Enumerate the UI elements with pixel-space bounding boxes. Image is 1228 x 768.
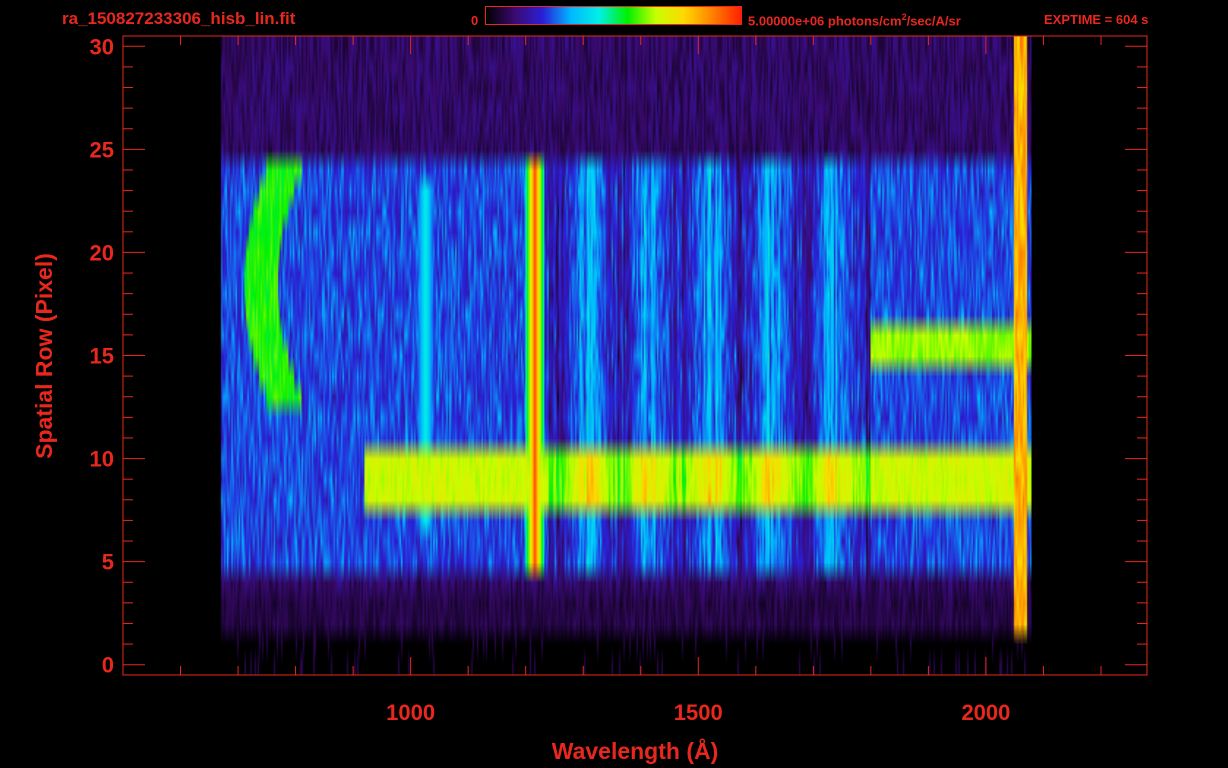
y-tick-label: 10 bbox=[90, 447, 114, 472]
y-tick-label: 15 bbox=[90, 344, 114, 369]
filename-label: ra_150827233306_hisb_lin.fit bbox=[62, 9, 296, 28]
colorbar-min-label: 0 bbox=[471, 13, 479, 28]
y-axis-title: Spatial Row (Pixel) bbox=[31, 253, 57, 459]
colorbar-max-label: 5.00000e+06 photons/cm2/sec/A/sr bbox=[748, 12, 961, 28]
exptime-label: EXPTIME = 604 s bbox=[1044, 12, 1149, 27]
x-tick-label: 2000 bbox=[961, 700, 1010, 725]
colorbar-unit-tail: /sec/A/sr bbox=[906, 13, 961, 29]
x-tick-label: 1000 bbox=[386, 700, 435, 725]
y-tick-label: 25 bbox=[90, 137, 114, 162]
y-tick-label: 5 bbox=[102, 550, 114, 575]
heatmap-image bbox=[123, 36, 1147, 675]
y-tick-label: 0 bbox=[102, 653, 114, 678]
y-tick-label: 20 bbox=[90, 240, 114, 265]
x-tick-label: 1500 bbox=[674, 700, 723, 725]
colorbar-max-value: 5.00000e+06 photons/cm bbox=[748, 13, 902, 29]
spectral-image-chart: 1000 1500 2000051015202530 Wavelength (Å) … bbox=[31, 34, 1148, 764]
y-tick-label: 30 bbox=[90, 34, 114, 59]
x-axis-title: Wavelength (Å) bbox=[552, 737, 719, 764]
colorbar bbox=[485, 6, 742, 25]
